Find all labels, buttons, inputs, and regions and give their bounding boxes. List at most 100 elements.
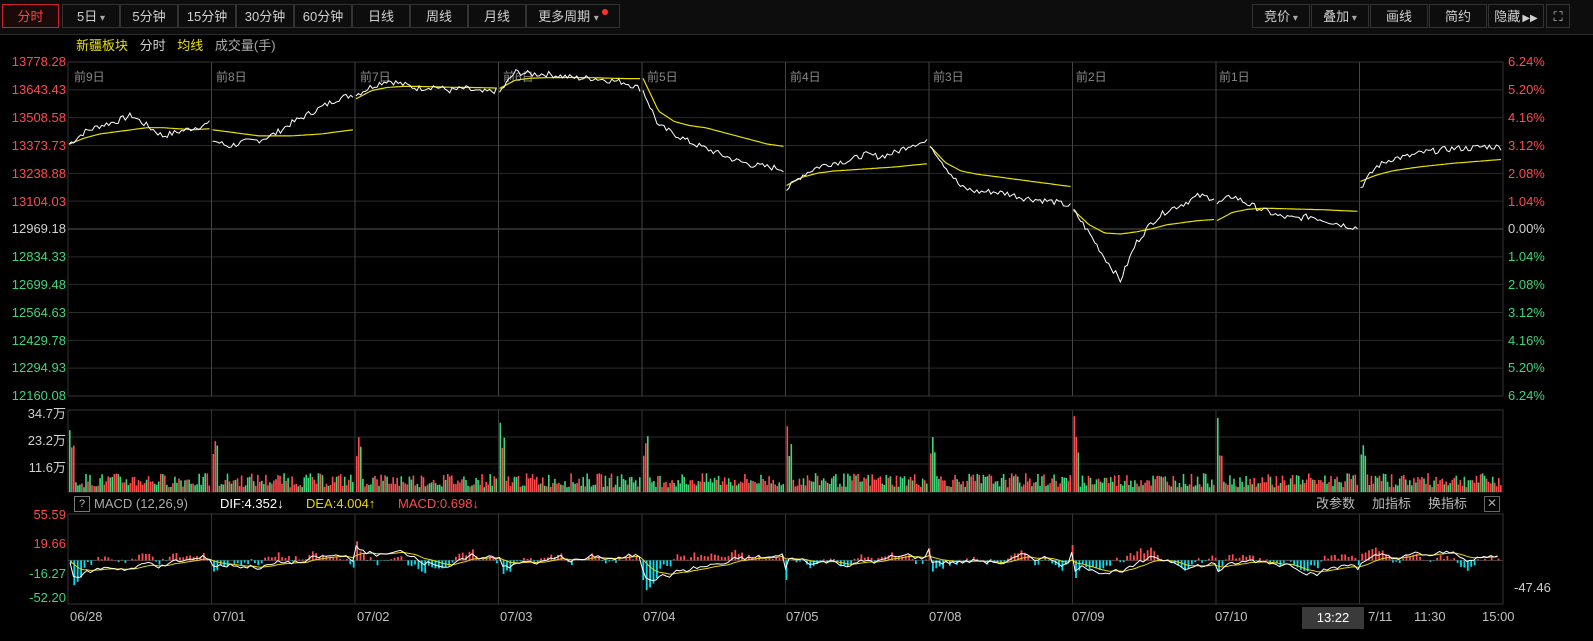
volume-bar bbox=[1118, 475, 1120, 492]
volume-bar bbox=[857, 474, 859, 492]
volume-bar bbox=[655, 486, 657, 492]
volume-bar bbox=[1229, 475, 1231, 492]
volume-bar bbox=[157, 481, 160, 492]
macd-histogram-bar bbox=[277, 552, 280, 561]
volume-bar bbox=[1417, 477, 1419, 492]
volume-bar bbox=[135, 485, 138, 492]
volume-bar bbox=[444, 480, 447, 492]
volume-bar bbox=[744, 474, 746, 492]
volume-bar bbox=[996, 481, 999, 492]
chart-canvas[interactable] bbox=[0, 0, 1593, 641]
macd-histogram-bar bbox=[604, 560, 607, 564]
volume-bar bbox=[1053, 474, 1055, 492]
volume-bar bbox=[1174, 480, 1177, 492]
volume-bar bbox=[317, 473, 320, 492]
volume-bar bbox=[129, 483, 132, 492]
volume-bar bbox=[1368, 485, 1371, 492]
macd-histogram-bar bbox=[1313, 560, 1316, 566]
volume-bar bbox=[248, 476, 251, 492]
volume-bar bbox=[91, 485, 93, 492]
volume-bar bbox=[699, 481, 702, 492]
volume-bar bbox=[1316, 483, 1318, 492]
volume-bar bbox=[1348, 473, 1350, 492]
volume-bar bbox=[261, 480, 263, 492]
price-line bbox=[1216, 194, 1358, 230]
volume-bar bbox=[645, 443, 647, 492]
volume-bar bbox=[1023, 484, 1025, 492]
volume-bar bbox=[281, 484, 283, 492]
volume-bar bbox=[1301, 479, 1304, 492]
macd-histogram-bar bbox=[761, 559, 764, 561]
volume-bar bbox=[683, 477, 685, 492]
macd-histogram-bar bbox=[175, 553, 178, 561]
volume-bar bbox=[487, 484, 489, 492]
volume-bar bbox=[550, 486, 552, 492]
macd-histogram-bar bbox=[1105, 560, 1108, 566]
volume-bar bbox=[564, 481, 566, 492]
volume-bar bbox=[1299, 484, 1302, 492]
volume-bar bbox=[1263, 482, 1266, 492]
volume-bar bbox=[212, 454, 215, 492]
macd-histogram-bar bbox=[594, 558, 597, 561]
macd-histogram-bar bbox=[700, 554, 703, 561]
volume-bar bbox=[1219, 455, 1221, 492]
macd-histogram-bar bbox=[683, 555, 686, 561]
volume-bar bbox=[1459, 480, 1462, 492]
macd-histogram-bar bbox=[850, 560, 852, 565]
volume-bar bbox=[230, 483, 233, 492]
volume-bar bbox=[1018, 482, 1021, 492]
macd-histogram-bar bbox=[424, 560, 427, 574]
volume-bar bbox=[97, 485, 99, 492]
volume-bar bbox=[388, 483, 390, 492]
volume-bar bbox=[1457, 484, 1460, 492]
macd-histogram-bar bbox=[369, 557, 372, 561]
volume-bar bbox=[915, 484, 918, 492]
volume-bar bbox=[776, 486, 778, 492]
macd-histogram-bar bbox=[339, 558, 341, 561]
volume-bar bbox=[103, 484, 105, 492]
volume-bar bbox=[649, 477, 651, 492]
volume-bar bbox=[1045, 486, 1047, 492]
volume-bar bbox=[861, 481, 863, 492]
volume-bar bbox=[271, 483, 273, 492]
macd-histogram-bar bbox=[1351, 555, 1353, 561]
volume-bar bbox=[610, 473, 613, 492]
volume-bar bbox=[339, 474, 342, 492]
volume-bar bbox=[323, 486, 326, 492]
volume-bar bbox=[671, 480, 673, 492]
volume-bar bbox=[523, 485, 526, 492]
macd-histogram-bar bbox=[284, 558, 287, 561]
volume-bar bbox=[1366, 474, 1369, 492]
volume-bar bbox=[762, 479, 764, 492]
volume-bar bbox=[313, 479, 316, 492]
volume-bar bbox=[81, 483, 83, 492]
macd-histogram-bar bbox=[1092, 560, 1094, 567]
macd-histogram-bar bbox=[274, 556, 277, 561]
volume-bar bbox=[558, 482, 560, 492]
volume-bar bbox=[988, 474, 991, 492]
volume-bar bbox=[200, 484, 202, 492]
volume-bar bbox=[125, 479, 128, 492]
volume-bar bbox=[760, 474, 762, 492]
volume-bar bbox=[962, 481, 964, 492]
volume-bar bbox=[1144, 482, 1146, 492]
macd-histogram-bar bbox=[1201, 560, 1203, 563]
volume-bar bbox=[942, 480, 944, 492]
volume-bar bbox=[1328, 482, 1330, 492]
macd-histogram-bar bbox=[158, 560, 161, 565]
volume-bar bbox=[1059, 483, 1061, 492]
volume-bar bbox=[1225, 483, 1227, 492]
volume-bar bbox=[428, 483, 431, 492]
volume-bar bbox=[402, 481, 405, 492]
volume-bar bbox=[1101, 482, 1104, 492]
volume-bar bbox=[1419, 479, 1421, 492]
volume-bar bbox=[1211, 479, 1213, 492]
volume-bar bbox=[578, 478, 580, 492]
volume-bar bbox=[535, 476, 538, 492]
volume-bar bbox=[170, 486, 172, 492]
volume-bar bbox=[818, 485, 821, 492]
volume-bar bbox=[463, 476, 465, 492]
volume-bar bbox=[907, 479, 910, 492]
volume-bar bbox=[713, 477, 716, 492]
volume-bar bbox=[1287, 484, 1290, 492]
